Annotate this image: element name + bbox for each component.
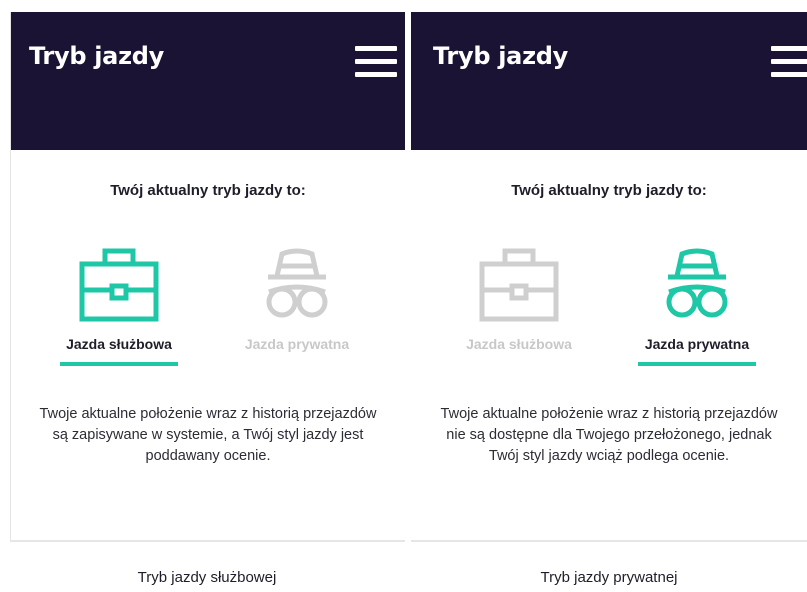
business-mode-option[interactable]: Jazda służbowa <box>449 246 589 352</box>
selected-indicator <box>638 362 756 366</box>
app-header: Tryb jazdy <box>11 12 405 150</box>
right-caption: Tryb jazdy prywatnej <box>540 569 678 586</box>
mode-description: Twoje aktualne położenie wraz z historią… <box>440 406 778 464</box>
current-mode-heading: Twój aktualny tryb jazdy to: <box>110 182 306 199</box>
selected-indicator <box>60 362 178 366</box>
current-mode-heading: Twój aktualny tryb jazdy to: <box>511 182 707 199</box>
incognito-hat-glasses-icon <box>266 248 328 318</box>
private-mode-option[interactable]: Jazda prywatna <box>627 246 767 366</box>
app-header: Tryb jazdy <box>411 12 807 150</box>
briefcase-icon <box>479 248 559 322</box>
business-mode-screen: Tryb jazdy Twój aktualny tryb jazdy to: … <box>10 12 405 542</box>
mode-label-business: Jazda służbowa <box>466 336 572 352</box>
private-mode-option[interactable]: Jazda prywatna <box>227 246 367 352</box>
hamburger-menu-icon[interactable] <box>771 46 807 82</box>
app-title: Tryb jazdy <box>29 42 164 70</box>
mode-label-private: Jazda prywatna <box>244 336 350 352</box>
mode-label-private: Jazda prywatna <box>644 336 750 352</box>
hamburger-menu-icon[interactable] <box>355 46 397 82</box>
mode-description: Twoje aktualne położenie wraz z historią… <box>39 406 377 464</box>
business-mode-option[interactable]: Jazda służbowa <box>49 246 189 366</box>
private-mode-screen: Tryb jazdy Twój aktualny tryb jazdy to: … <box>411 12 807 542</box>
mode-label-business: Jazda służbowa <box>66 336 172 352</box>
incognito-hat-glasses-icon <box>666 248 728 318</box>
app-title: Tryb jazdy <box>433 42 568 70</box>
left-caption: Tryb jazdy służbowej <box>137 569 277 586</box>
briefcase-icon <box>79 248 159 322</box>
